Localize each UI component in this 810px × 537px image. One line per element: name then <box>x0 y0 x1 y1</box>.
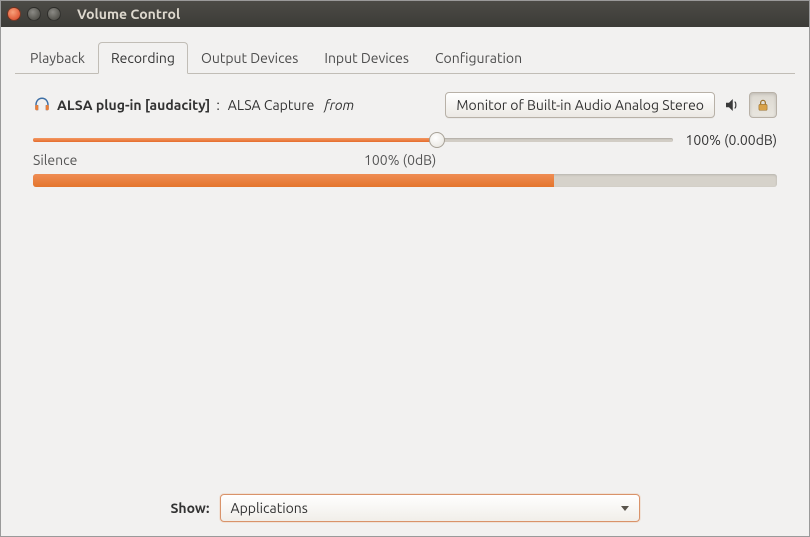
lock-channels-button[interactable] <box>749 92 777 118</box>
volume-readout: 100% (0.00dB) <box>685 132 777 148</box>
show-select[interactable]: Applications <box>220 494 640 522</box>
show-label: Show: <box>170 500 209 516</box>
tab-input-devices[interactable]: Input Devices <box>311 42 422 74</box>
maximize-icon[interactable] <box>47 7 61 21</box>
mute-button[interactable] <box>721 93 743 117</box>
recording-panel: ALSA plug-in [audacity] : ALSA Capture f… <box>15 74 795 480</box>
volume-slider-row: 100% (0.00dB) <box>33 132 777 148</box>
label-silence: Silence <box>33 152 77 168</box>
slider-thumb[interactable] <box>429 132 445 148</box>
colon: : <box>216 97 219 113</box>
show-select-value: Applications <box>231 500 308 516</box>
tab-recording[interactable]: Recording <box>98 42 188 74</box>
tab-playback[interactable]: Playback <box>17 42 98 74</box>
label-100pct: 100% (0dB) <box>95 152 705 168</box>
chevron-down-icon <box>621 506 629 511</box>
stream-header: ALSA plug-in [audacity] : ALSA Capture f… <box>33 92 777 118</box>
level-meter <box>33 174 777 187</box>
tab-output-devices[interactable]: Output Devices <box>188 42 311 74</box>
stream-name: ALSA Capture <box>228 97 315 113</box>
lock-icon <box>756 98 770 112</box>
stream-app-name: ALSA plug-in [audacity] <box>57 97 210 113</box>
tabs: Playback Recording Output Devices Input … <box>15 41 795 74</box>
footer-row: Show: Applications <box>15 480 795 524</box>
volume-slider[interactable] <box>33 132 673 148</box>
minimize-icon[interactable] <box>27 7 41 21</box>
speaker-icon <box>723 96 741 114</box>
window-title: Volume Control <box>77 6 180 22</box>
device-select-value: Monitor of Built-in Audio Analog Stereo <box>456 97 704 113</box>
content: Playback Recording Output Devices Input … <box>1 27 809 536</box>
level-meter-fill <box>33 174 554 187</box>
headphones-icon <box>33 96 51 114</box>
from-label: from <box>324 97 354 113</box>
device-select[interactable]: Monitor of Built-in Audio Analog Stereo <box>445 92 715 118</box>
slider-track-fill <box>33 138 437 142</box>
slider-labels: Silence 100% (0dB) <box>33 152 777 168</box>
tab-configuration[interactable]: Configuration <box>422 42 535 74</box>
titlebar: Volume Control <box>1 1 809 27</box>
close-icon[interactable] <box>7 7 21 21</box>
